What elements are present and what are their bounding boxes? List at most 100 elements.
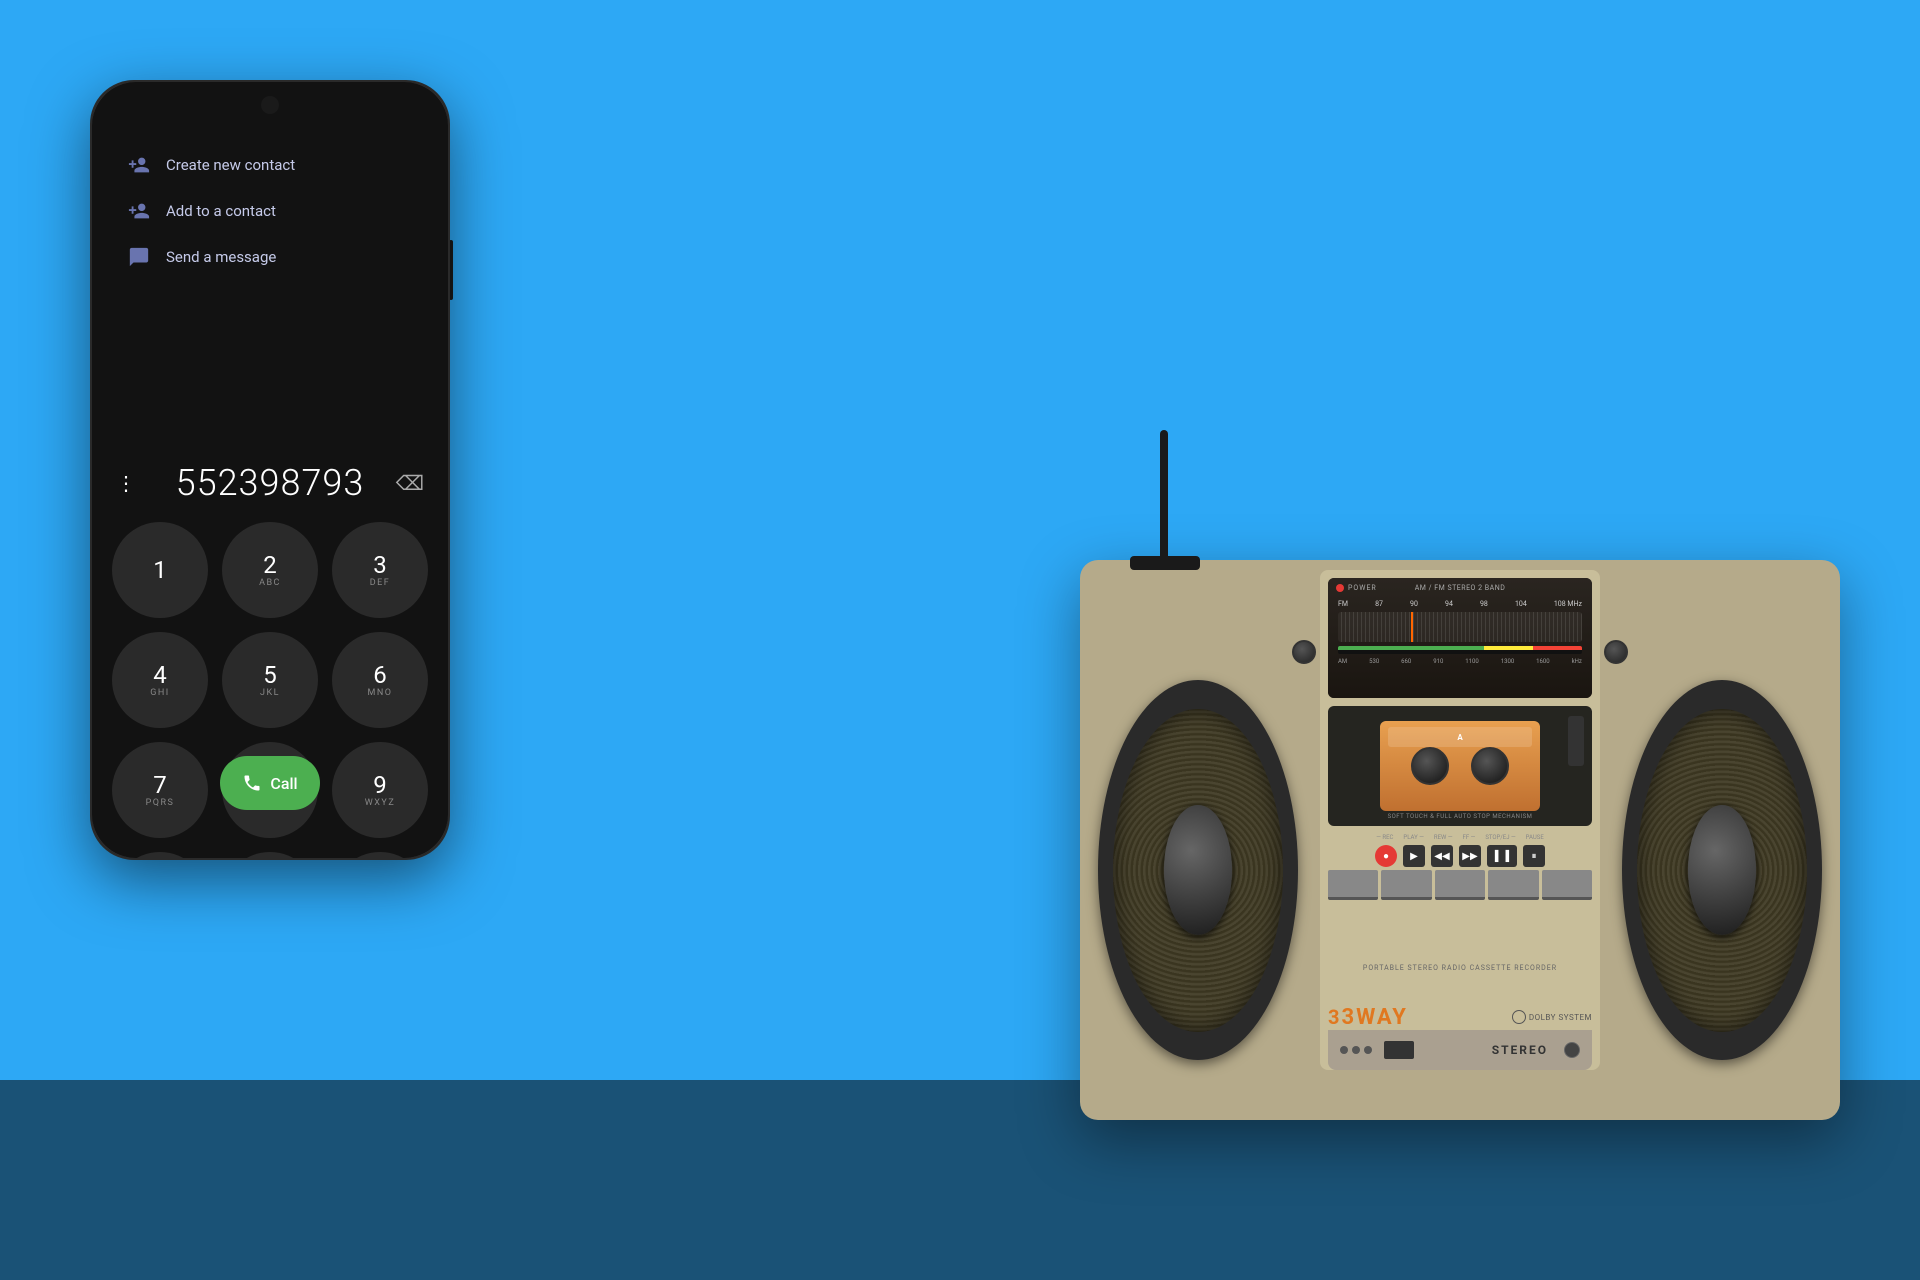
play-button[interactable]: ▶ [1403, 845, 1425, 867]
fm-94: 94 [1445, 600, 1453, 608]
ind-dot-3 [1364, 1046, 1372, 1054]
dolby-icon [1512, 1010, 1526, 1024]
pause-icon: ⏸ [1532, 851, 1537, 862]
band-key-5[interactable] [1542, 870, 1592, 900]
description-area: PORTABLE STEREO RADIO CASSETTE RECORDER [1328, 955, 1592, 974]
dolby-badge: DOLBY SYSTEM [1512, 1010, 1592, 1024]
band-key-1[interactable] [1328, 870, 1378, 900]
cassette-reel-left [1411, 747, 1449, 785]
transport-labels: — REC PLAY — REW — FF — STOP/EJ — PAUSE [1328, 834, 1592, 841]
left-panel-knob[interactable] [1292, 640, 1316, 664]
speaker-right-outer [1622, 680, 1822, 1060]
needle-line [1411, 612, 1413, 642]
soft-touch-label: SOFT TOUCH & FULL AUTO STOP MECHANISM [1328, 813, 1592, 820]
right-panel-knob[interactable] [1604, 640, 1628, 664]
call-phone-icon [242, 773, 262, 793]
fm-87: 87 [1375, 600, 1383, 608]
tuner-bar [1338, 612, 1582, 642]
dial-4[interactable]: 4 GHI [112, 632, 208, 728]
play-icon: ▶ [1410, 851, 1418, 862]
phone-number-display: 552398793 [176, 462, 365, 504]
dial-9[interactable]: 9 WXYZ [332, 742, 428, 838]
bottom-strip: STEREO [1328, 1030, 1592, 1070]
backspace-icon[interactable]: ⌫ [396, 471, 424, 495]
dial-star[interactable]: * [112, 852, 208, 858]
ind-dot-2 [1352, 1046, 1360, 1054]
phone-menu: Create new contact Add to a contact Send… [112, 142, 428, 280]
eject-switch[interactable] [1568, 716, 1584, 766]
tuner-needle [1338, 612, 1582, 642]
speaker-right [1622, 680, 1822, 1060]
pause-button[interactable]: ⏸ [1523, 845, 1545, 867]
call-button[interactable]: Call [220, 756, 320, 810]
transport-buttons: ● ▶ ◀◀ ▶▶ ▌▐ ⏸ [1328, 845, 1592, 867]
boombox-body: POWER AM / FM STEREO 2 BAND FM 87 90 94 … [1080, 560, 1840, 1120]
dial-7[interactable]: 7 PQRS [112, 742, 208, 838]
small-display [1384, 1041, 1414, 1059]
add-to-contact-item[interactable]: Add to a contact [112, 188, 428, 234]
cassette-section: A SOFT TOUCH & FULL AUTO STOP MECHANISM [1328, 706, 1592, 826]
fm-90: 90 [1410, 600, 1418, 608]
phone-body: Create new contact Add to a contact Send… [90, 80, 450, 860]
rew-icon: ◀◀ [1434, 851, 1449, 862]
rew-button[interactable]: ◀◀ [1431, 845, 1453, 867]
power-button[interactable] [1564, 1042, 1580, 1058]
speaker-right-cone [1688, 805, 1756, 934]
speaker-left-outer [1098, 680, 1298, 1060]
speaker-left-inner [1113, 709, 1283, 1032]
create-contact-label: Create new contact [166, 156, 295, 174]
ind-dot-1 [1340, 1046, 1348, 1054]
stop-button[interactable]: ▌▐ [1487, 845, 1517, 867]
radio-section: POWER AM / FM STEREO 2 BAND FM 87 90 94 … [1328, 578, 1592, 698]
dial-0[interactable]: 0 + [222, 852, 318, 858]
options-icon[interactable]: ⋮ [116, 471, 136, 495]
stop-icon: ▌▐ [1495, 851, 1509, 862]
dolby-label: DOLBY SYSTEM [1529, 1013, 1592, 1022]
rec-button[interactable]: ● [1375, 845, 1397, 867]
speaker-right-inner [1637, 709, 1807, 1032]
rec-icon: ● [1383, 851, 1389, 862]
speaker-left-cone [1164, 805, 1232, 934]
brand-name: 3WAY [1341, 1005, 1407, 1030]
brand-number: 3 [1328, 1005, 1339, 1029]
dial-2[interactable]: 2 ABC [222, 522, 318, 618]
dial-1[interactable]: 1 [112, 522, 208, 618]
rec-label: — REC [1372, 834, 1397, 841]
description-label: PORTABLE STEREO RADIO CASSETTE RECORDER [1363, 964, 1557, 972]
fm-108: 108 MHz [1554, 600, 1582, 608]
phone-number-area: ⋮ 552398793 ⌫ [92, 462, 448, 504]
dial-hash[interactable]: # [332, 852, 428, 858]
dial-6[interactable]: 6 MNO [332, 632, 428, 728]
level-bar [1338, 646, 1582, 654]
dial-3[interactable]: 3 DEF [332, 522, 428, 618]
band-key-3[interactable] [1435, 870, 1485, 900]
power-indicator: POWER [1336, 584, 1377, 592]
indicator-dots [1340, 1046, 1372, 1054]
boombox-antenna [1160, 430, 1168, 570]
call-label: Call [270, 774, 297, 793]
cassette-reel-right [1471, 747, 1509, 785]
stereo-label: STEREO [1492, 1043, 1548, 1057]
cassette-label: A [1388, 727, 1532, 747]
stop-label: STOP/EJ — [1481, 834, 1519, 841]
band-key-2[interactable] [1381, 870, 1431, 900]
power-label: POWER [1348, 584, 1377, 592]
fm-104: 104 [1515, 600, 1527, 608]
band-selector [1328, 870, 1592, 900]
am-1100: 1100 [1465, 658, 1479, 665]
cassette-side: A [1457, 733, 1462, 742]
brand-container: 3 3WAY [1328, 1005, 1408, 1030]
create-contact-item[interactable]: Create new contact [112, 142, 428, 188]
ff-button[interactable]: ▶▶ [1459, 845, 1481, 867]
level-yellow [1484, 646, 1533, 650]
send-message-item[interactable]: Send a message [112, 234, 428, 280]
level-green [1338, 646, 1484, 650]
band-key-4[interactable] [1488, 870, 1538, 900]
boombox: POWER AM / FM STEREO 2 BAND FM 87 90 94 … [1080, 560, 1840, 1120]
ff-label: FF — [1459, 834, 1480, 841]
rew-label: REW — [1430, 834, 1457, 841]
play-label: PLAY — [1399, 834, 1428, 841]
message-icon [128, 246, 150, 268]
dial-5[interactable]: 5 JKL [222, 632, 318, 728]
speaker-left [1098, 680, 1298, 1060]
